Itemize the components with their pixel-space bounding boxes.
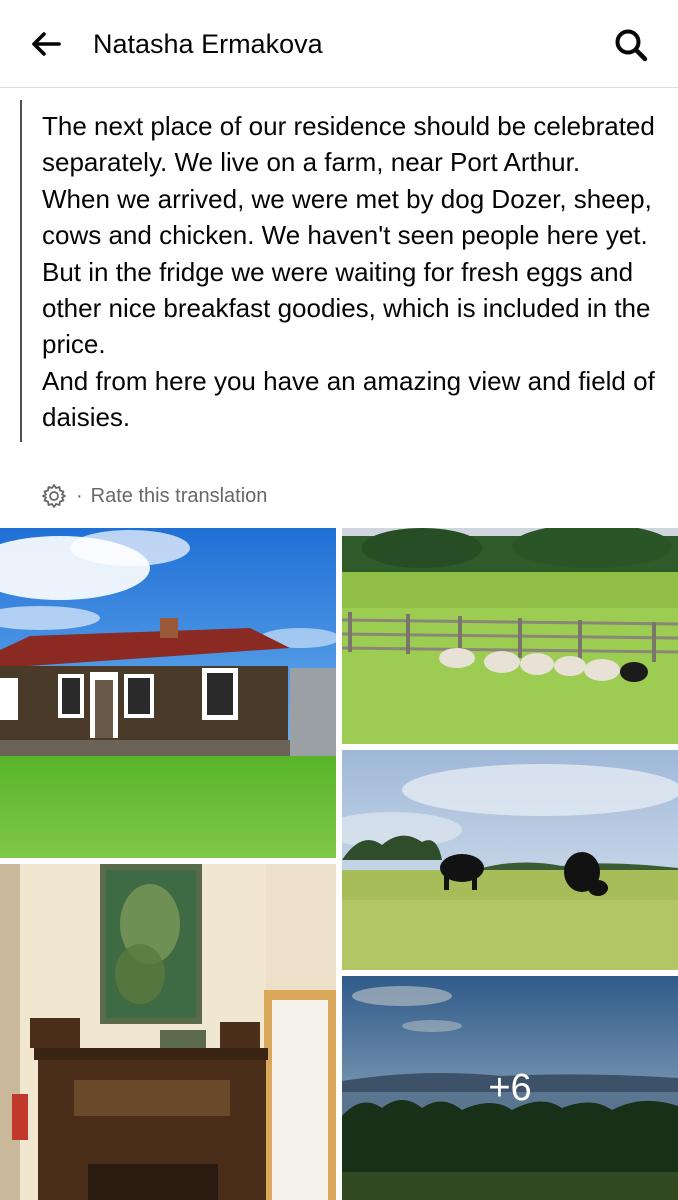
farmhouse-image (0, 528, 336, 858)
gear-icon (42, 484, 66, 508)
search-icon (615, 29, 648, 62)
photo-sheep[interactable] (342, 528, 678, 744)
fireplace-image (0, 864, 336, 1200)
cows-image (342, 750, 678, 970)
top-bar: Natasha Ermakova (0, 0, 678, 88)
rate-translation-link[interactable]: Rate this translation (91, 485, 268, 508)
arrow-left-icon (32, 32, 61, 56)
separator-dot: · (76, 484, 83, 507)
translated-post-text: The next place of our residence should b… (20, 100, 660, 442)
photo-cows[interactable] (342, 750, 678, 970)
back-button[interactable] (26, 26, 66, 62)
post-body: The next place of our residence should b… (42, 111, 655, 433)
photo-fireplace[interactable] (0, 864, 336, 1200)
search-button[interactable] (608, 24, 654, 66)
sheep-image (342, 528, 678, 744)
photo-farmhouse[interactable] (0, 528, 336, 858)
photo-bay-view[interactable]: +6 (342, 976, 678, 1200)
more-photos-count: +6 (488, 1066, 532, 1109)
more-photos-overlay[interactable]: +6 (342, 976, 678, 1200)
page-title: Natasha Ermakova (93, 29, 323, 59)
rate-translation-row: · Rate this translation (40, 481, 267, 511)
